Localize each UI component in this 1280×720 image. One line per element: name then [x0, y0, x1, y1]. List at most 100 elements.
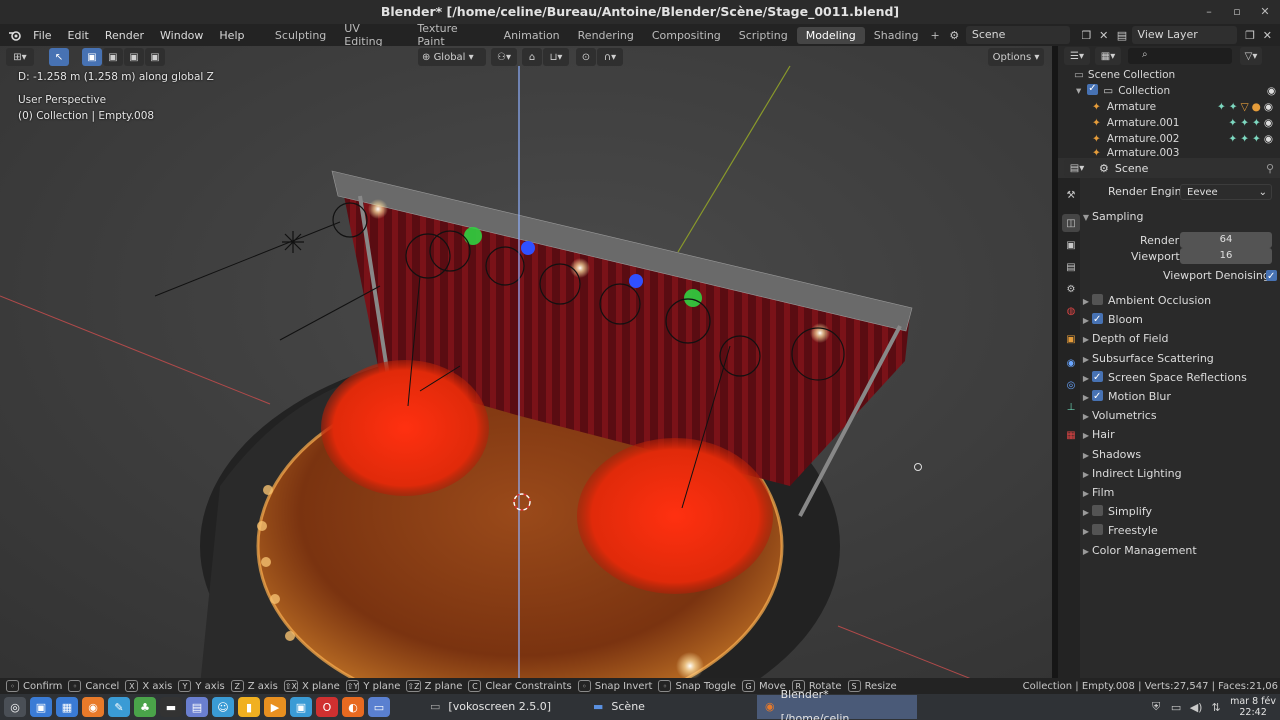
panel-header[interactable]: ▶ Ambient Occlusion — [1080, 291, 1280, 310]
notes-launcher-icon[interactable]: ▮ — [238, 697, 260, 717]
copy-scene-icon[interactable]: ❐ — [1078, 29, 1095, 42]
display-mode-icon[interactable]: ▦▾ — [1095, 47, 1121, 65]
object-tab-icon[interactable]: ▣ — [1062, 330, 1080, 348]
viewport-denoising-checkbox[interactable] — [1266, 267, 1277, 286]
output-tab-icon[interactable]: ▣ — [1062, 236, 1080, 254]
scene-field[interactable]: Scene — [965, 26, 1070, 44]
media-player-launcher-icon[interactable]: ▶ — [264, 697, 286, 717]
panel-header[interactable]: ▶ Simplify — [1080, 502, 1280, 521]
outliner-item[interactable]: ✦ Armature.001 ✦✦✦◉ — [1092, 115, 1280, 131]
texture-tab-icon[interactable]: ▦ — [1062, 426, 1080, 444]
editor-launcher-icon[interactable]: ✎ — [108, 697, 130, 717]
item-modifiers-icon[interactable]: ✦✦✦◉ — [1228, 131, 1276, 147]
collection-checkbox[interactable] — [1087, 81, 1099, 97]
view-layer-field[interactable]: View Layer — [1131, 26, 1238, 44]
constraints-tab-icon[interactable]: ◎ — [1062, 376, 1080, 394]
outliner-item[interactable]: ✦ Armature.002 ✦✦✦◉ — [1092, 131, 1280, 147]
viewport-samples-field[interactable]: 16 — [1180, 248, 1272, 264]
proportional-falloff-icon[interactable]: ∩▾ — [597, 48, 623, 66]
firefox-launcher-icon[interactable]: ◐ — [342, 697, 364, 717]
menu-file[interactable]: File — [25, 29, 59, 42]
panel-header[interactable]: ▶ Indirect Lighting — [1080, 464, 1280, 483]
panel-checkbox[interactable] — [1092, 310, 1103, 329]
tab-modeling[interactable]: Modeling — [796, 26, 865, 44]
physics-tab-icon[interactable]: ◉ — [1062, 354, 1080, 372]
select-mode-subtract-icon[interactable]: ▣ — [124, 48, 144, 66]
panel-checkbox[interactable] — [1092, 524, 1103, 536]
clock[interactable]: mar 8 fév 22:42 — [1230, 696, 1276, 718]
filter-icon[interactable]: ▽▾ — [1240, 47, 1262, 65]
panel-header[interactable]: ▶ Film — [1080, 483, 1280, 502]
view-layer-icon[interactable]: ▤ — [1112, 29, 1131, 42]
panel-checkbox[interactable] — [1092, 294, 1103, 305]
apps-launcher-icon[interactable]: ▦ — [56, 697, 78, 717]
calculator-launcher-icon[interactable]: ▤ — [186, 697, 208, 717]
panel-header[interactable]: ▶ Motion Blur — [1080, 387, 1280, 406]
pin-icon[interactable]: ⚲ — [1266, 162, 1274, 175]
collection-row[interactable]: ▾ ▭ Collection ◉ — [1076, 81, 1280, 99]
pivot-point-icon[interactable]: ⚇▾ — [491, 48, 517, 66]
task-vokoscreen[interactable]: ▭ [vokoscreen 2.5.0] — [422, 695, 559, 719]
world-tab-icon[interactable]: ◍ — [1062, 302, 1080, 320]
3d-viewport[interactable]: D: -1.258 m (1.258 m) along global Z Use… — [0, 46, 1052, 678]
tab-animation[interactable]: Animation — [495, 27, 569, 44]
panel-header[interactable]: ▶ Hair — [1080, 425, 1280, 444]
scene-tab-icon[interactable]: ⚙ — [1062, 280, 1080, 298]
panel-header[interactable]: ▶ Subsurface Scattering — [1080, 349, 1280, 368]
panel-header[interactable]: ▶ Color Management — [1080, 541, 1280, 560]
select-mode-new-icon[interactable]: ▣ — [82, 48, 102, 66]
volume-icon[interactable]: ◀) — [1186, 701, 1206, 714]
editor-type-icon[interactable]: ⊞▾ — [6, 48, 34, 66]
shield-icon[interactable]: ⛨ — [1146, 700, 1166, 714]
task-folder[interactable]: ▬ Scène — [585, 695, 653, 719]
panel-header[interactable]: ▶ Shadows — [1080, 445, 1280, 464]
tool-tab-icon[interactable]: ⚒ — [1062, 186, 1080, 204]
panel-checkbox[interactable] — [1092, 387, 1103, 406]
menu-help[interactable]: Help — [211, 29, 252, 42]
gimp-launcher-icon[interactable]: ♣ — [134, 697, 156, 717]
panel-checkbox[interactable] — [1092, 505, 1103, 517]
terminal-launcher-icon[interactable]: ▬ — [160, 697, 182, 717]
maximize-button[interactable]: ▫ — [1226, 0, 1248, 24]
tab-scripting[interactable]: Scripting — [730, 27, 797, 44]
delete-view-layer-icon[interactable]: ✕ — [1259, 29, 1276, 42]
panel-header[interactable]: ▶ Screen Space Reflections — [1080, 368, 1280, 387]
snap-target-icon[interactable]: ⊔▾ — [543, 48, 569, 66]
tab-compositing[interactable]: Compositing — [643, 27, 730, 44]
select-mode-intersect-icon[interactable]: ▣ — [145, 48, 165, 66]
add-workspace-icon[interactable]: + — [927, 29, 942, 42]
outliner-item[interactable]: ✦ Armature ✦✦▽●◉ — [1092, 99, 1280, 115]
select-mode-extend-icon[interactable]: ▣ — [103, 48, 123, 66]
panel-header[interactable]: ▶ Freestyle — [1080, 521, 1280, 540]
close-button[interactable]: ✕ — [1254, 0, 1276, 24]
copy-view-layer-icon[interactable]: ❐ — [1241, 29, 1258, 42]
panel-sampling-header[interactable]: ▼ Sampling — [1080, 207, 1280, 226]
menu-edit[interactable]: Edit — [60, 29, 97, 42]
file-manager-launcher-icon[interactable]: ▣ — [30, 697, 52, 717]
snap-toggle-icon[interactable]: ⌂ — [522, 48, 542, 66]
tab-sculpting[interactable]: Sculpting — [266, 27, 335, 44]
menu-window[interactable]: Window — [152, 29, 211, 42]
render-samples-field[interactable]: 64 — [1180, 232, 1272, 248]
render-engine-dropdown[interactable]: Eevee ⌄ — [1180, 184, 1272, 200]
app-menu-icon[interactable]: ◎ — [4, 697, 26, 717]
battery-icon[interactable]: ▭ — [1166, 701, 1186, 714]
properties-editor-type-icon[interactable]: ▤▾ — [1064, 159, 1090, 177]
opera-launcher-icon[interactable]: O — [316, 697, 338, 717]
network-icon[interactable]: ⇅ — [1206, 701, 1226, 714]
screenshot-launcher-icon[interactable]: ▣ — [290, 697, 312, 717]
eye-icon[interactable]: ◉ — [1267, 83, 1276, 99]
tab-shading[interactable]: Shading — [865, 27, 928, 44]
data-tab-icon[interactable]: ⊥ — [1062, 398, 1080, 416]
blender-launcher-icon[interactable]: ◉ — [82, 697, 104, 717]
scene-selector-icon[interactable]: ⚙ — [943, 29, 966, 42]
tab-rendering[interactable]: Rendering — [569, 27, 643, 44]
expand-icon[interactable]: ▾ — [1076, 85, 1081, 97]
delete-scene-icon[interactable]: ✕ — [1095, 29, 1112, 42]
chat-launcher-icon[interactable]: ☺ — [212, 697, 234, 717]
task-blender[interactable]: ◉ Blender* [/home/celin... — [756, 688, 917, 720]
transform-orientation-dropdown[interactable]: ⊕ Global ▾ — [418, 48, 486, 66]
minimize-button[interactable]: – — [1198, 0, 1220, 24]
view-layer-tab-icon[interactable]: ▤ — [1062, 258, 1080, 276]
panel-header[interactable]: ▶ Depth of Field — [1080, 329, 1280, 348]
